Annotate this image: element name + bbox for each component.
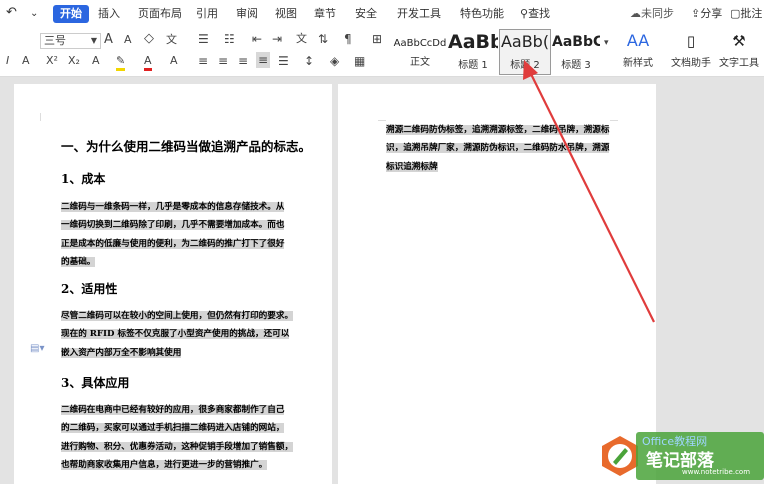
site-watermark: Office教程网 笔记部落 www.notetribe.com	[600, 432, 764, 480]
annotation-arrow	[523, 60, 655, 323]
watermark-logo-icon	[602, 436, 638, 476]
watermark-url: www.notetribe.com	[682, 468, 751, 476]
